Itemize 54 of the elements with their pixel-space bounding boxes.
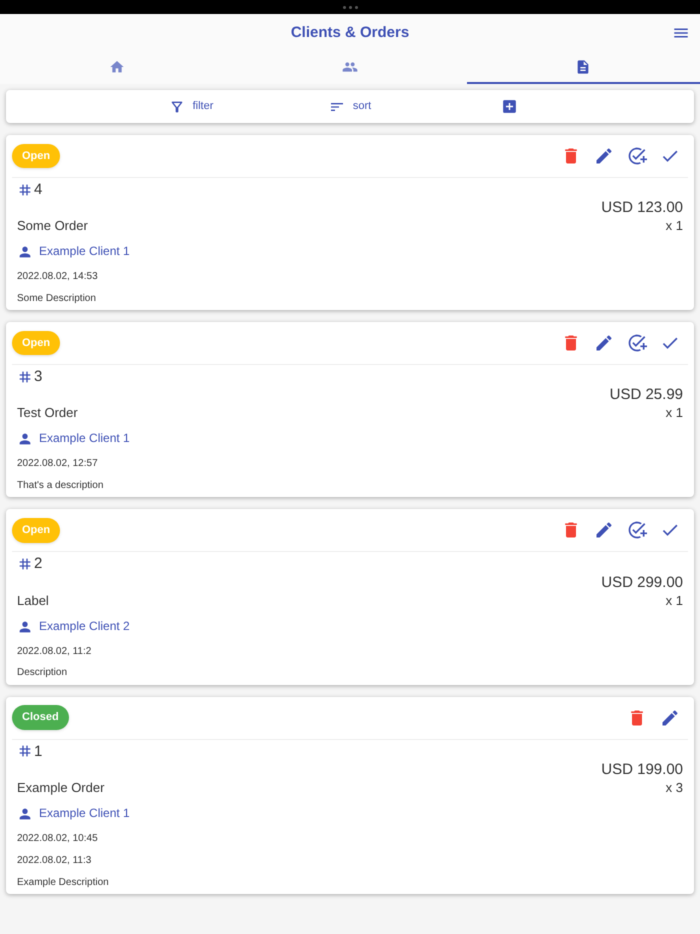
order-date: 2022.08.02, 12:57 [17,458,99,470]
status-badge: Closed [12,705,69,730]
order-date: 2022.08.02, 14:53 [17,271,99,283]
client-link[interactable]: Example Client 2 [39,620,130,634]
order-price: USD 123.00 [601,198,683,218]
pencil-icon[interactable] [660,708,680,728]
order-date: 2022.08.02, 11:2 [17,646,92,658]
home-icon [108,59,125,75]
order-quantity: x 1 [666,219,683,234]
order-name: Label [17,594,49,609]
order-description: Example Description [17,876,110,888]
hash-icon [17,182,33,198]
order-date: 2022.08.02, 11:3 [17,855,92,867]
order-description: Some Description [17,292,97,304]
order-price: USD 199.00 [601,760,683,780]
person-icon [17,244,33,260]
order-price: USD 299.00 [601,572,683,593]
app-title: Clients & Orders [290,22,410,43]
order-name: Test Order [17,406,78,422]
order-number: 1 [34,742,42,760]
order-quantity: x 1 [666,406,683,422]
order-number: 2 [34,555,42,573]
add-icon [500,98,518,115]
order-number: 3 [34,368,42,386]
status-badge: Open [12,330,60,356]
person-icon [17,618,33,635]
status-badge: Open [12,518,60,543]
person-icon [17,806,33,822]
client-link[interactable]: Example Client 1 [39,432,130,446]
client-link[interactable]: Example Client 1 [39,245,130,260]
order-description: That's a description [17,480,104,492]
person-icon [17,431,33,448]
order-description: Description [17,667,68,679]
pencil-icon[interactable] [594,146,614,166]
order-name: Some Order [17,219,88,234]
check-circle-plus-icon[interactable] [627,333,647,354]
client-link[interactable]: Example Client 1 [39,806,130,821]
hash-icon [17,743,33,760]
order-price: USD 25.99 [610,385,683,406]
order-date: 2022.08.02, 10:45 [17,832,99,844]
order-name: Example Order [17,780,104,796]
sort-button[interactable]: sort [305,98,395,115]
pencil-icon[interactable] [594,520,614,540]
check-circle-plus-icon[interactable] [627,520,647,540]
status-badge: Open [12,144,60,168]
check-circle-plus-icon[interactable] [627,146,647,166]
document-icon [575,59,592,75]
filter-button[interactable]: filter [146,98,236,115]
order-quantity: x 1 [666,594,683,609]
hash-icon [17,556,33,572]
hash-icon [17,368,33,385]
order-quantity: x 3 [666,780,683,796]
order-number: 4 [34,181,42,198]
pencil-icon[interactable] [594,333,614,354]
